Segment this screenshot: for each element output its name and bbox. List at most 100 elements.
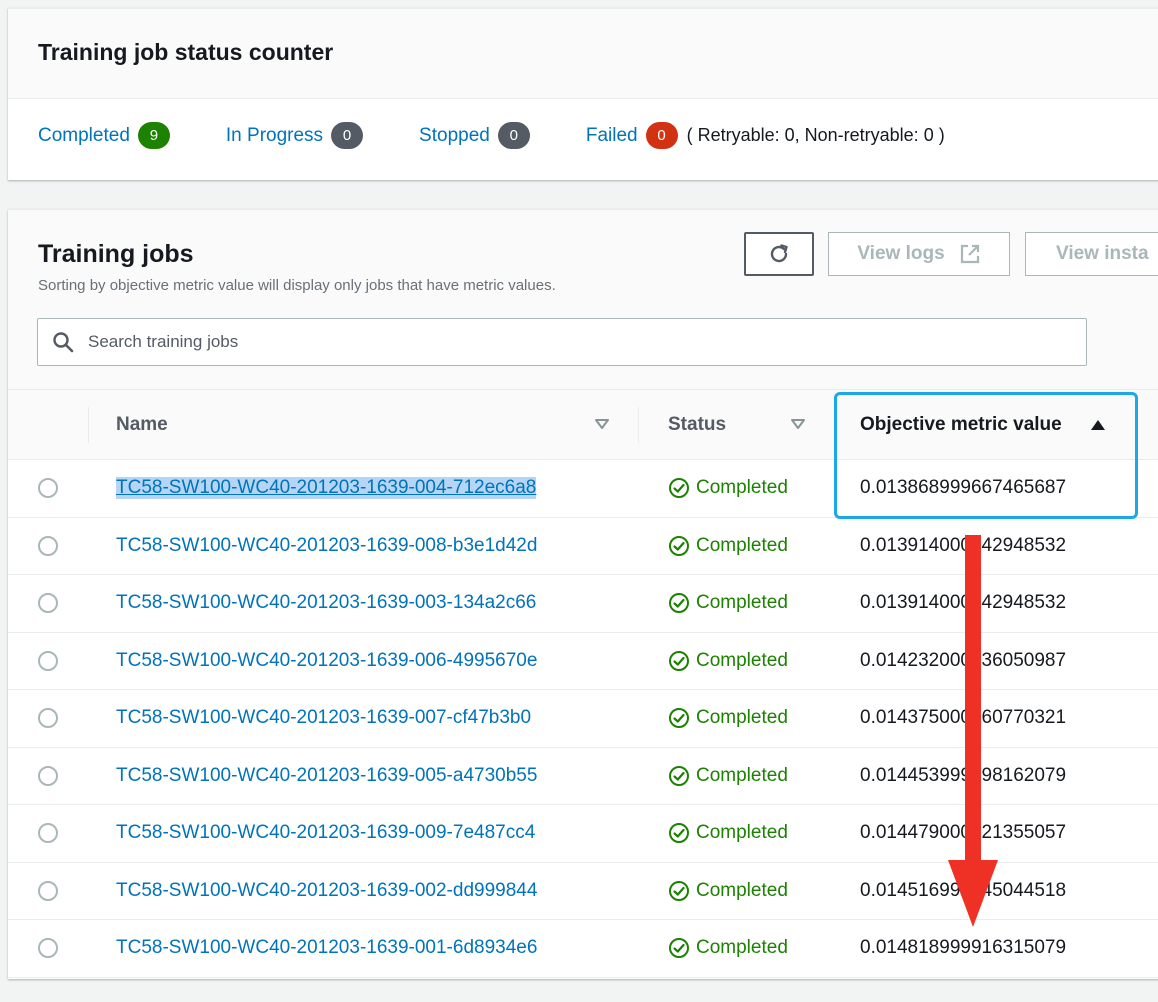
counter-failed[interactable]: Failed 0 ( Retryable: 0, Non-retryable: …: [586, 122, 945, 149]
job-name-link[interactable]: TC58-SW100-WC40-201203-1639-004-712ec6a8: [116, 477, 537, 500]
check-circle-icon: [669, 650, 689, 671]
check-circle-icon: [669, 593, 689, 614]
job-name-link[interactable]: TC58-SW100-WC40-201203-1639-009-7e487cc4: [116, 822, 535, 844]
table-row[interactable]: TC58-SW100-WC40-201203-1639-004-712ec6a8…: [8, 460, 1158, 518]
job-name-link[interactable]: TC58-SW100-WC40-201203-1639-005-a4730b55: [116, 765, 537, 787]
status-counter-title: Training job status counter: [38, 39, 334, 65]
metric-column-label: Objective metric value: [860, 413, 1062, 435]
status-text: Completed: [696, 534, 788, 556]
table-row[interactable]: TC58-SW100-WC40-201203-1639-003-134a2c66…: [8, 575, 1158, 633]
search-icon: [38, 331, 88, 353]
counter-completed-label[interactable]: Completed: [38, 125, 130, 147]
counter-stopped[interactable]: Stopped 0: [419, 122, 530, 149]
view-logs-button[interactable]: View logs: [828, 232, 1010, 276]
training-jobs-panel: Training jobs Sorting by objective metri…: [8, 209, 1158, 979]
job-name-link[interactable]: TC58-SW100-WC40-201203-1639-002-dd999844: [116, 880, 537, 902]
training-jobs-subtitle: Sorting by objective metric value will d…: [38, 277, 556, 294]
table-row[interactable]: TC58-SW100-WC40-201203-1639-002-dd999844…: [8, 863, 1158, 920]
check-circle-icon: [669, 708, 689, 729]
check-circle-icon: [669, 880, 689, 901]
status-text: Completed: [696, 937, 788, 959]
metric-cell: 0.014818999916315079: [860, 937, 1067, 959]
status-text: Completed: [696, 592, 788, 614]
check-circle-icon: [669, 938, 689, 959]
status-cell: Completed: [638, 920, 834, 977]
name-column-header[interactable]: Name: [88, 390, 638, 459]
status-counter-panel: Training job status counter Completed 9 …: [8, 8, 1158, 180]
refresh-icon: [770, 244, 788, 263]
training-jobs-table: Name Status Objective metric value TC58-…: [8, 390, 1158, 978]
table-row[interactable]: TC58-SW100-WC40-201203-1639-006-4995670e…: [8, 633, 1158, 690]
counter-in-progress[interactable]: In Progress 0: [226, 122, 364, 149]
check-circle-icon: [669, 478, 689, 499]
counter-failed-badge: 0: [645, 122, 678, 149]
status-cell: Completed: [638, 690, 834, 747]
status-cell: Completed: [638, 748, 834, 805]
refresh-button[interactable]: [744, 232, 814, 276]
metric-column-header[interactable]: Objective metric value: [834, 390, 1158, 459]
status-cell: Completed: [638, 460, 834, 517]
sort-descending-icon[interactable]: [790, 418, 806, 430]
status-column-header[interactable]: Status: [638, 390, 834, 459]
status-counter-row: Completed 9 In Progress 0 Stopped 0 Fail…: [38, 122, 945, 149]
row-radio[interactable]: [38, 880, 58, 901]
row-radio[interactable]: [38, 478, 58, 499]
metric-cell: 0.014479000121355057: [860, 822, 1067, 844]
sort-descending-icon[interactable]: [594, 418, 610, 430]
status-text: Completed: [696, 822, 788, 844]
row-radio[interactable]: [38, 765, 58, 786]
row-radio[interactable]: [38, 938, 58, 959]
metric-cell: 0.013868999667465687: [860, 477, 1067, 499]
row-radio[interactable]: [38, 535, 58, 556]
status-cell: Completed: [638, 518, 834, 575]
counter-stopped-label[interactable]: Stopped: [419, 125, 490, 147]
status-cell: Completed: [638, 805, 834, 862]
row-radio[interactable]: [38, 593, 58, 614]
external-link-icon: [960, 244, 979, 264]
counter-in-progress-badge: 0: [331, 122, 364, 149]
status-cell: Completed: [638, 863, 834, 920]
status-cell: Completed: [638, 575, 834, 632]
job-name-link[interactable]: TC58-SW100-WC40-201203-1639-003-134a2c66: [116, 592, 536, 614]
status-column-label: Status: [668, 413, 727, 435]
status-text: Completed: [696, 707, 788, 729]
training-jobs-title: Training jobs: [38, 240, 194, 268]
job-name-link[interactable]: TC58-SW100-WC40-201203-1639-008-b3e1d42d: [116, 535, 537, 557]
row-radio[interactable]: [38, 650, 58, 671]
check-circle-icon: [669, 535, 689, 556]
status-text: Completed: [696, 649, 788, 671]
view-logs-label: View logs: [857, 243, 945, 264]
status-text: Completed: [696, 879, 788, 901]
counter-failed-label[interactable]: Failed: [586, 125, 638, 147]
metric-cell: 0.014453999698162079: [860, 764, 1067, 786]
training-jobs-header: Training jobs Sorting by objective metri…: [8, 210, 1158, 390]
counter-stopped-badge: 0: [497, 122, 530, 149]
table-row[interactable]: TC58-SW100-WC40-201203-1639-001-6d8934e6…: [8, 920, 1158, 978]
counter-in-progress-label[interactable]: In Progress: [226, 125, 323, 147]
row-radio[interactable]: [38, 823, 58, 844]
job-name-link[interactable]: TC58-SW100-WC40-201203-1639-001-6d8934e6: [116, 937, 537, 959]
table-row[interactable]: TC58-SW100-WC40-201203-1639-007-cf47b3b0…: [8, 690, 1158, 748]
counter-completed[interactable]: Completed 9: [38, 122, 170, 149]
name-column-label: Name: [116, 413, 168, 435]
metric-cell: 0.013914000242948532: [860, 534, 1067, 556]
view-instance-metrics-button[interactable]: View insta: [1025, 232, 1158, 276]
status-counter-header: Training job status counter: [8, 9, 1158, 99]
status-text: Completed: [696, 477, 788, 499]
table-header: Name Status Objective metric value: [8, 390, 1158, 460]
view-instance-label: View insta: [1056, 243, 1149, 264]
search-box[interactable]: [37, 318, 1087, 366]
table-row[interactable]: TC58-SW100-WC40-201203-1639-008-b3e1d42d…: [8, 518, 1158, 575]
table-row[interactable]: TC58-SW100-WC40-201203-1639-005-a4730b55…: [8, 748, 1158, 805]
row-radio[interactable]: [38, 708, 58, 729]
metric-cell: 0.013914000242948532: [860, 592, 1067, 614]
search-input[interactable]: [88, 319, 1086, 365]
sort-ascending-icon[interactable]: [1090, 419, 1106, 431]
job-name-link[interactable]: TC58-SW100-WC40-201203-1639-006-4995670e: [116, 650, 537, 672]
status-text: Completed: [696, 764, 788, 786]
counter-completed-badge: 9: [137, 122, 170, 149]
table-row[interactable]: TC58-SW100-WC40-201203-1639-009-7e487cc4…: [8, 805, 1158, 863]
metric-cell: 0.014232000336050987: [860, 649, 1067, 671]
job-name-link[interactable]: TC58-SW100-WC40-201203-1639-007-cf47b3b0: [116, 707, 531, 729]
metric-cell: 0.014375000260770321: [860, 707, 1067, 729]
